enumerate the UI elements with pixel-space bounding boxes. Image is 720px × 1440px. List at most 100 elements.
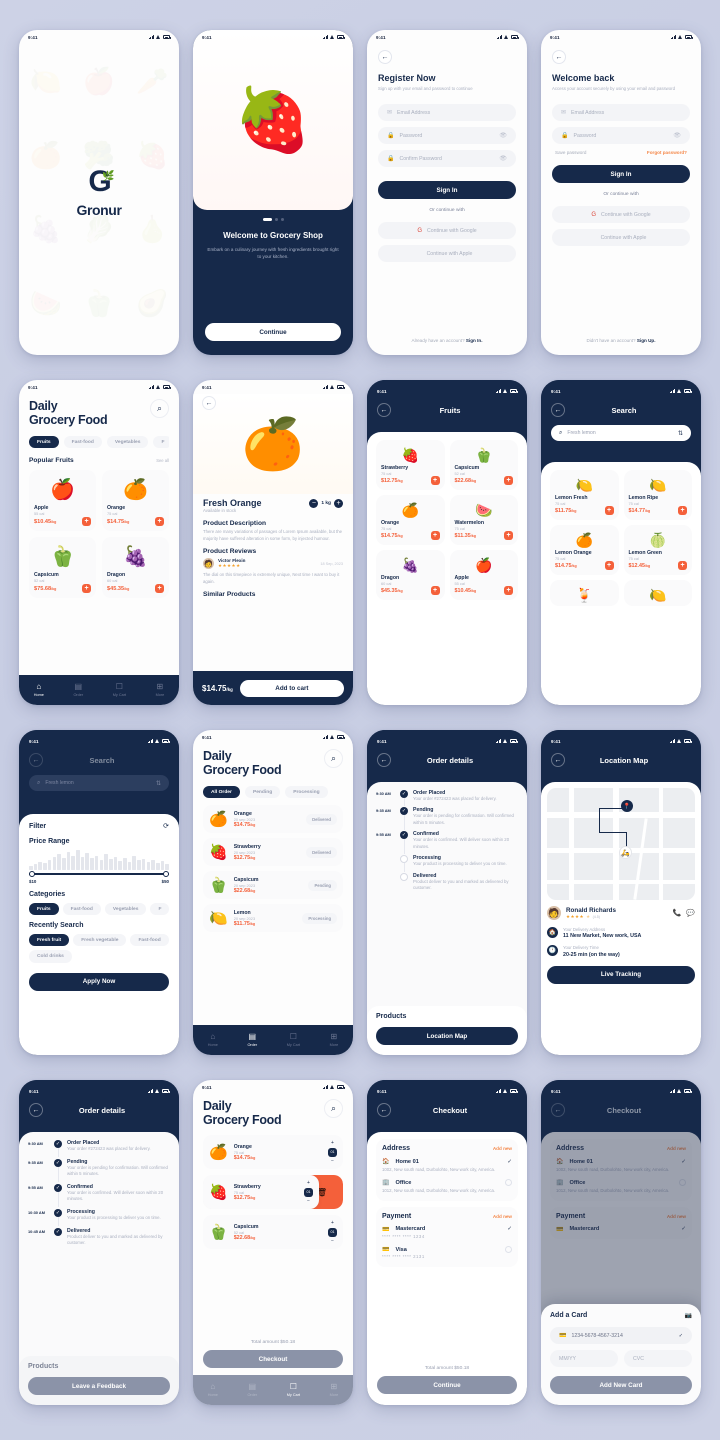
filter-icon[interactable]: ⇅: [156, 780, 161, 787]
google-signin-button[interactable]: G Continue with Google: [378, 222, 516, 240]
product-card[interactable]: 🍊 Orange 75 cal $14.75/kg +: [376, 495, 445, 545]
map-canvas[interactable]: 📍 🛵: [547, 788, 695, 900]
sign-in-button[interactable]: Sign In: [378, 181, 516, 200]
category-chip-fastfood[interactable]: Fast-food: [63, 436, 102, 449]
product-card[interactable]: 🫑 Capsicum 52 cal $22.68/kg +: [449, 440, 518, 490]
back-button[interactable]: ←: [552, 50, 566, 64]
product-card[interactable]: 🍊 Orange 75 cal $14.75/kg +: [102, 470, 169, 532]
add-to-cart-button[interactable]: +: [604, 561, 614, 570]
back-button[interactable]: ←: [377, 753, 391, 767]
increase-qty-button[interactable]: +: [331, 1140, 334, 1146]
increase-qty-button[interactable]: +: [334, 498, 343, 508]
qty-stepper[interactable]: + 01 −: [304, 1180, 313, 1204]
search-input[interactable]: ⌕ Fresh lemon ⇅: [551, 425, 691, 441]
add-to-cart-button[interactable]: +: [504, 586, 513, 595]
eye-icon[interactable]: 👁: [499, 132, 507, 139]
apple-signin-button[interactable]: Continue with Apple: [552, 229, 690, 247]
pager-dots[interactable]: [193, 210, 353, 227]
slider-knob-max[interactable]: [163, 870, 169, 877]
filter-chip-fruits[interactable]: Fruits: [29, 903, 59, 916]
add-new-card-button[interactable]: Add New Card: [550, 1376, 692, 1394]
product-card[interactable]: 🍎 Apple 55 cal $10.45/kg +: [449, 550, 518, 600]
back-button[interactable]: ←: [202, 396, 216, 410]
cart-row-swiped[interactable]: 🗑 🍓 Strawberry 75 cal $12.75/kg + 01 −: [203, 1175, 343, 1209]
order-row[interactable]: 🍓 Strawberry 20 sep 2023 $12.75/kg Deliv…: [203, 838, 343, 867]
recent-chip-fresh-vegetable[interactable]: Fresh vegetable: [73, 934, 127, 947]
cvc-field[interactable]: CVC: [624, 1350, 692, 1367]
product-card[interactable]: 🍋 Lemon Ripe 75 cal $14.77/kg +: [623, 470, 692, 520]
add-to-cart-button[interactable]: +: [678, 506, 687, 515]
add-to-cart-button[interactable]: +: [82, 584, 91, 594]
search-button[interactable]: ⌕: [324, 749, 343, 768]
add-to-cart-button[interactable]: +: [82, 517, 91, 527]
filter-chip-more[interactable]: F: [150, 903, 169, 916]
back-button[interactable]: ←: [377, 1103, 391, 1117]
eye-icon[interactable]: 👁: [499, 155, 507, 162]
password-field[interactable]: 🔒 Password 👁: [552, 127, 690, 145]
save-password-label[interactable]: Save password: [555, 150, 586, 155]
nav-item-more[interactable]: ⊞ More: [330, 1033, 339, 1048]
filter-chip-vegetables[interactable]: Vegetables: [104, 903, 147, 916]
add-to-cart-button[interactable]: +: [155, 584, 164, 594]
increase-qty-button[interactable]: +: [331, 1220, 334, 1226]
expiry-field[interactable]: MM/YY: [550, 1350, 618, 1367]
search-button[interactable]: ⌕: [324, 1099, 343, 1118]
add-to-cart-button[interactable]: Add to cart: [239, 679, 344, 697]
recent-chip-fastfood[interactable]: Fast-food: [130, 934, 169, 947]
add-to-cart-button[interactable]: +: [504, 531, 513, 540]
product-card[interactable]: 🍹: [550, 580, 619, 606]
filter-icon[interactable]: ⇅: [678, 430, 683, 437]
chat-icon[interactable]: 💬: [686, 909, 695, 917]
product-card[interactable]: 🫑 Capsicum 52 cal $75.68/kg +: [29, 537, 96, 599]
address-selected-check[interactable]: ✓: [507, 1159, 512, 1165]
tab-pending[interactable]: Pending: [244, 786, 281, 799]
back-button[interactable]: ←: [29, 1103, 43, 1117]
apple-signin-button[interactable]: Continue with Apple: [378, 245, 516, 263]
qty-stepper[interactable]: + 01 −: [328, 1140, 337, 1164]
payment-radio[interactable]: [505, 1246, 512, 1254]
location-map-button[interactable]: Location Map: [376, 1027, 518, 1045]
continue-button[interactable]: Continue: [377, 1376, 517, 1394]
order-row[interactable]: 🍋 Lemon 20 sep 2023 $11.75/kg Processing: [203, 904, 343, 933]
filter-chip-fastfood[interactable]: Fast-food: [62, 903, 101, 916]
add-to-cart-button[interactable]: +: [678, 561, 687, 570]
nav-item-cart[interactable]: ☐ My Cart: [287, 1383, 300, 1398]
order-row[interactable]: 🍊 Orange 20 sep 2023 $14.75/kg Delivered: [203, 805, 343, 834]
product-card[interactable]: 🍇 Dragon 60 cal $45.35/kg +: [102, 537, 169, 599]
live-tracking-button[interactable]: Live Tracking: [547, 965, 695, 984]
slider-knob-min[interactable]: [29, 870, 35, 877]
nav-item-cart[interactable]: ☐ My Cart: [113, 683, 126, 698]
cart-row[interactable]: 🫑 Capsicum 52 cal $22.68/kg + 01 −: [203, 1215, 343, 1249]
nav-item-order[interactable]: ▤ Order: [247, 1033, 257, 1048]
product-card[interactable]: 🍇 Dragon 60 cal $45.35/kg +: [376, 550, 445, 600]
back-button[interactable]: ←: [551, 403, 565, 417]
card-number-field[interactable]: 💳 1234-5678-4567-3214 ✓: [550, 1327, 692, 1344]
category-chip-more[interactable]: F: [153, 436, 169, 449]
back-button[interactable]: ←: [551, 1103, 565, 1117]
add-new-address-link[interactable]: Add new: [493, 1146, 512, 1151]
order-row[interactable]: 🫑 Capsicum 20 sep 2023 $22.68/kg Pending: [203, 871, 343, 900]
category-chip-fruits[interactable]: Fruits: [29, 436, 59, 449]
product-card[interactable]: 🍋 Lemon Fresh 75 cal $11.75/kg +: [550, 470, 619, 520]
apply-now-button[interactable]: Apply Now: [29, 972, 169, 991]
decrease-qty-button[interactable]: −: [307, 1198, 310, 1204]
search-button[interactable]: ⌕: [150, 399, 169, 418]
category-chip-vegetables[interactable]: Vegetables: [106, 436, 149, 449]
eye-icon[interactable]: 👁: [673, 132, 681, 139]
email-field[interactable]: ✉ Email Address: [378, 104, 516, 122]
nav-item-more[interactable]: ⊞ More: [156, 683, 165, 698]
address-radio[interactable]: [505, 1179, 512, 1187]
sign-in-link[interactable]: Sign In.: [466, 338, 483, 343]
refresh-icon[interactable]: ⟳: [163, 822, 169, 830]
sign-in-button[interactable]: Sign In: [552, 165, 690, 184]
add-to-cart-button[interactable]: +: [430, 476, 440, 485]
google-signin-button[interactable]: G Continue with Google: [552, 206, 690, 224]
price-range-slider[interactable]: [29, 870, 169, 877]
product-card[interactable]: 🍋: [623, 580, 692, 606]
confirm-password-field[interactable]: 🔒 Confirm Password 👁: [378, 150, 516, 168]
back-button[interactable]: ←: [377, 403, 391, 417]
tab-processing[interactable]: Processing: [285, 786, 328, 799]
qty-stepper[interactable]: + 01 −: [328, 1220, 337, 1244]
payment-selected-check[interactable]: ✓: [507, 1226, 512, 1232]
product-card[interactable]: 🍓 Strawberry 75 cal $12.75/kg +: [376, 440, 445, 490]
